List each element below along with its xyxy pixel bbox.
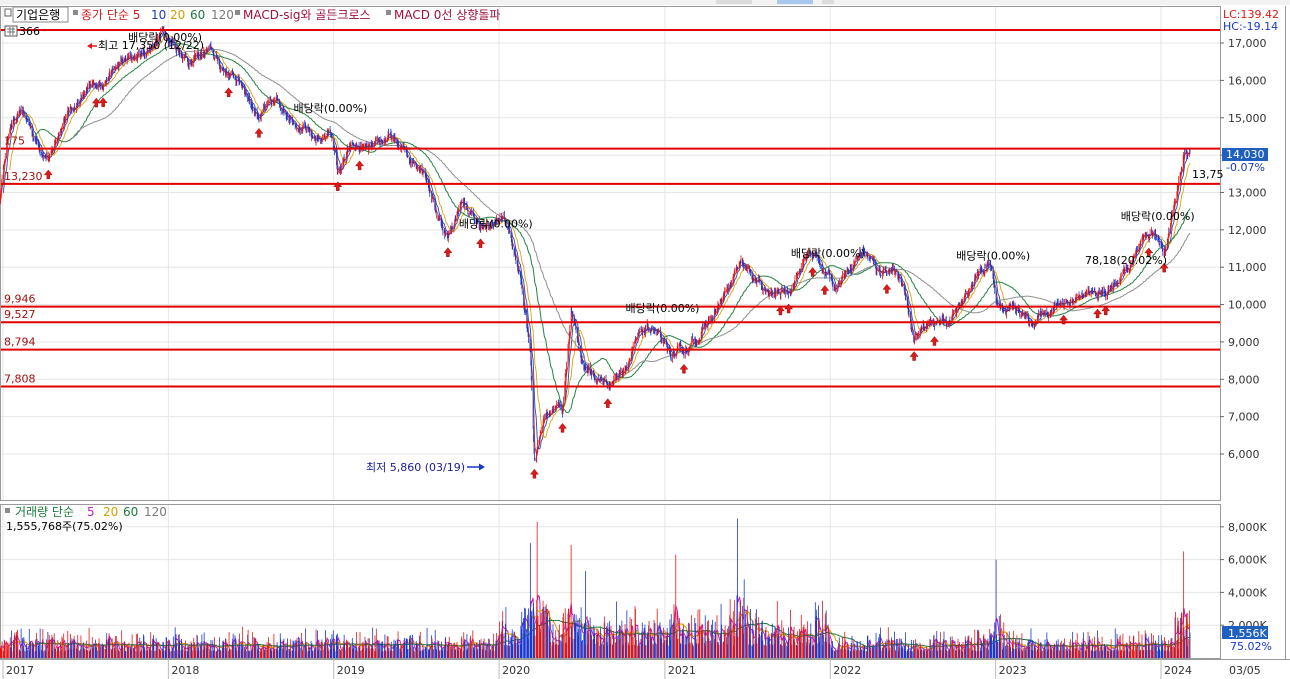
min-price-label: 최저 5,860 (03/19) [366, 461, 465, 474]
change-percent: -0.07% [1226, 161, 1265, 174]
x-axis-label: 2023 [999, 664, 1027, 677]
price-tick-label: 7,000 [1228, 411, 1260, 424]
stock-chart[interactable]: 175 13,230 9,946 9,527 8,794 7,808 배당락(0.00%)… [0, 0, 1290, 679]
current-volume-box: 1,556K 75.02% [1222, 626, 1272, 653]
x-axis-label: 2024 [1164, 664, 1192, 677]
annotation-label: 78,18(20.02%) [1085, 254, 1167, 267]
dividend-note: 배당락(0.00%) [791, 247, 865, 260]
current-price: 14,030 [1226, 148, 1265, 161]
legend-ma-120: 120 [211, 8, 234, 22]
volume-ma-60: 60 [123, 505, 138, 519]
x-axis-label: 2022 [833, 664, 861, 677]
legend-ma-60: 60 [190, 8, 205, 22]
volume-tick-label: 8,000K [1228, 521, 1267, 534]
max-price-label: 최고 17,350 (12/22) [98, 39, 204, 52]
legend-ma-close: 종가 단순 5 [81, 8, 140, 22]
price-tick-label: 10,000 [1228, 299, 1267, 312]
price-tick-label: 15,000 [1228, 112, 1267, 125]
legend-ma-20: 20 [170, 8, 185, 22]
legend-macd-golden-cross: MACD-sig와 골든크로스 [243, 8, 371, 22]
stock-name[interactable]: 기업은행 [16, 7, 60, 22]
volume-info: 1,555,768주(75.02%) [6, 520, 123, 533]
hc-label: HC:-19.14 [1223, 20, 1278, 33]
x-axis-label: 2017 [6, 664, 34, 677]
volume-tick-label: 6,000K [1228, 554, 1267, 567]
volume-title: 거래량 단순 [15, 505, 74, 519]
price-tick-label: 16,000 [1228, 74, 1267, 87]
dividend-note: 배당락(0.00%) [956, 250, 1030, 263]
level-label: 7,808 [4, 372, 36, 385]
volume-ma-120: 120 [144, 505, 167, 519]
price-tick-label: 6,000 [1228, 448, 1260, 461]
x-axis-label: 2020 [502, 664, 530, 677]
price-tick-label: 9,000 [1228, 336, 1260, 349]
current-volume-percent: 75.02% [1230, 640, 1272, 653]
price-tick-label: 17,000 [1228, 37, 1267, 50]
dividend-note: 배당락(0.00%) [459, 218, 533, 231]
dividend-note: 배당락(0.00%) [626, 302, 700, 315]
price-tick-label: 8,000 [1228, 373, 1260, 386]
x-axis-label: 2021 [668, 664, 696, 677]
volume-ma-20: 20 [103, 505, 118, 519]
level-label: 175 [4, 135, 25, 148]
current-volume: 1,556K [1228, 627, 1267, 640]
legend-ma-10: 10 [151, 8, 166, 22]
level-label: 8,794 [4, 336, 36, 349]
level-label: 9,946 [4, 293, 36, 306]
legend-macd-zero-cross: MACD 0선 상향돌파 [394, 8, 500, 22]
dividend-note: 배당락(0.00%) [1121, 210, 1195, 223]
volume-ma-5: 5 [87, 505, 95, 519]
price-tick-label: 13,000 [1228, 186, 1267, 199]
current-price-box: 14,030 -0.07% [1222, 147, 1268, 174]
level-label: 9,527 [4, 308, 36, 321]
last-price-label: 13,75 [1192, 168, 1224, 181]
level-label: 13,230 [4, 170, 43, 183]
sub-label: 366 [19, 25, 40, 38]
x-axis-label: 03/05 [1229, 664, 1261, 677]
x-axis-label: 2019 [337, 664, 365, 677]
dividend-note: 배당락(0.00%) [293, 102, 367, 115]
price-tick-label: 11,000 [1228, 261, 1267, 274]
price-tick-label: 12,000 [1228, 224, 1267, 237]
x-axis-label: 2018 [171, 664, 199, 677]
volume-tick-label: 4,000K [1228, 586, 1267, 599]
